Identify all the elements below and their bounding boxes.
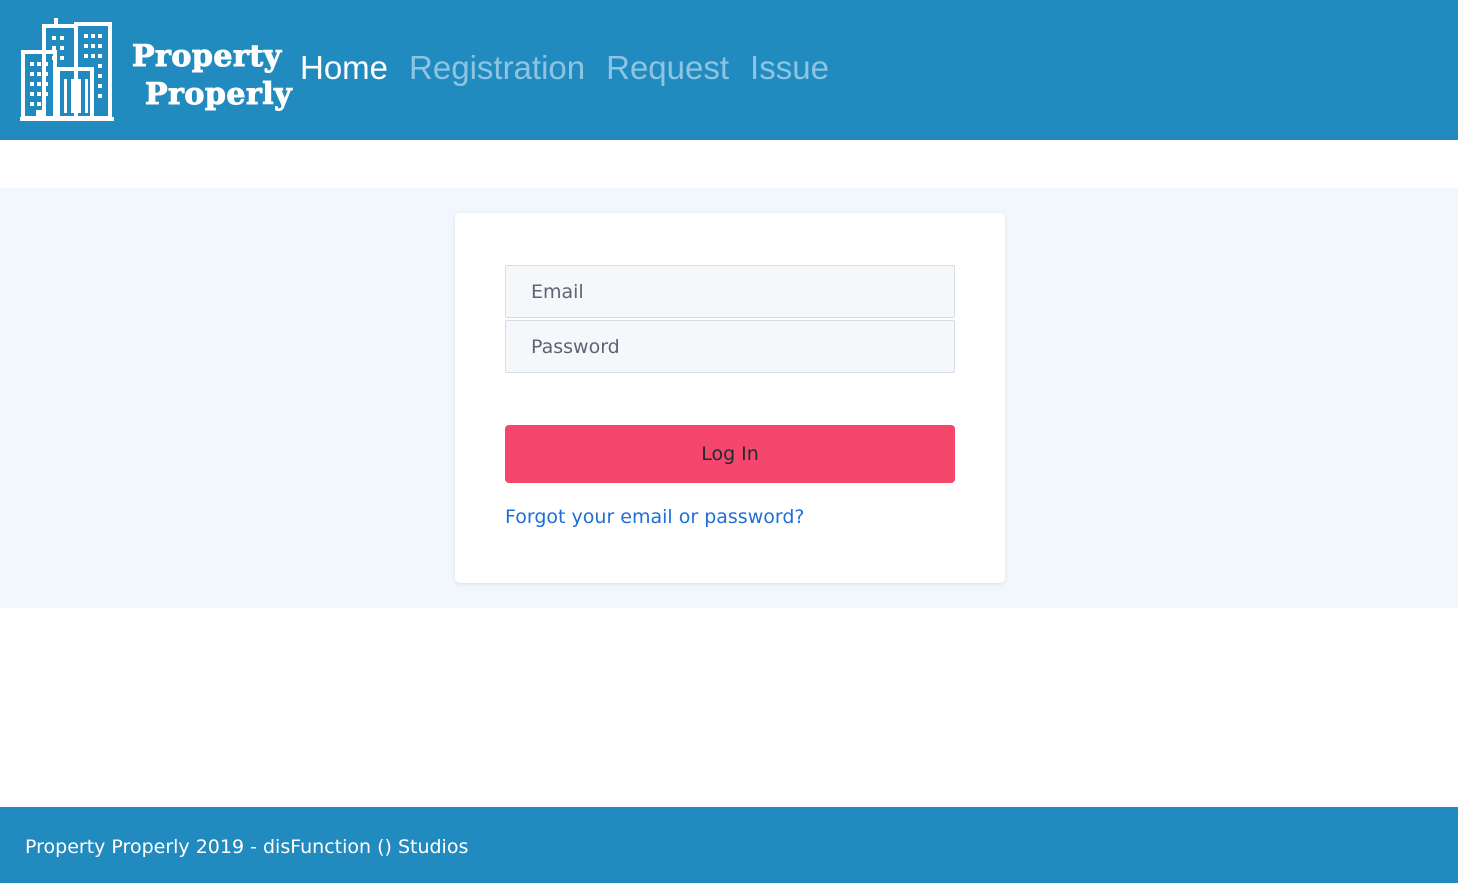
nav-item-registration[interactable]: Registration [409,46,585,90]
brand-line-2: Properly [144,77,293,113]
forgot-credentials-link[interactable]: Forgot your email or password? [505,506,805,528]
password-field[interactable] [505,320,955,373]
main-nav: Home Registration Request Issue [300,46,829,90]
nav-item-request[interactable]: Request [606,46,729,90]
city-buildings-icon [20,18,114,121]
footer-copyright: Property Properly 2019 - disFunction () … [25,836,469,858]
login-button[interactable]: Log In [505,425,955,483]
brand-line-1: Property [132,39,282,75]
brand-logo[interactable]: Property Properly [20,14,292,124]
login-card: Log In Forgot your email or password? [455,213,1005,583]
site-footer: Property Properly 2019 - disFunction () … [0,807,1458,883]
site-header: Property Properly Home Registration Requ… [0,0,1458,140]
email-field[interactable] [505,265,955,318]
nav-item-home[interactable]: Home [300,46,388,90]
nav-item-issue[interactable]: Issue [750,46,829,90]
